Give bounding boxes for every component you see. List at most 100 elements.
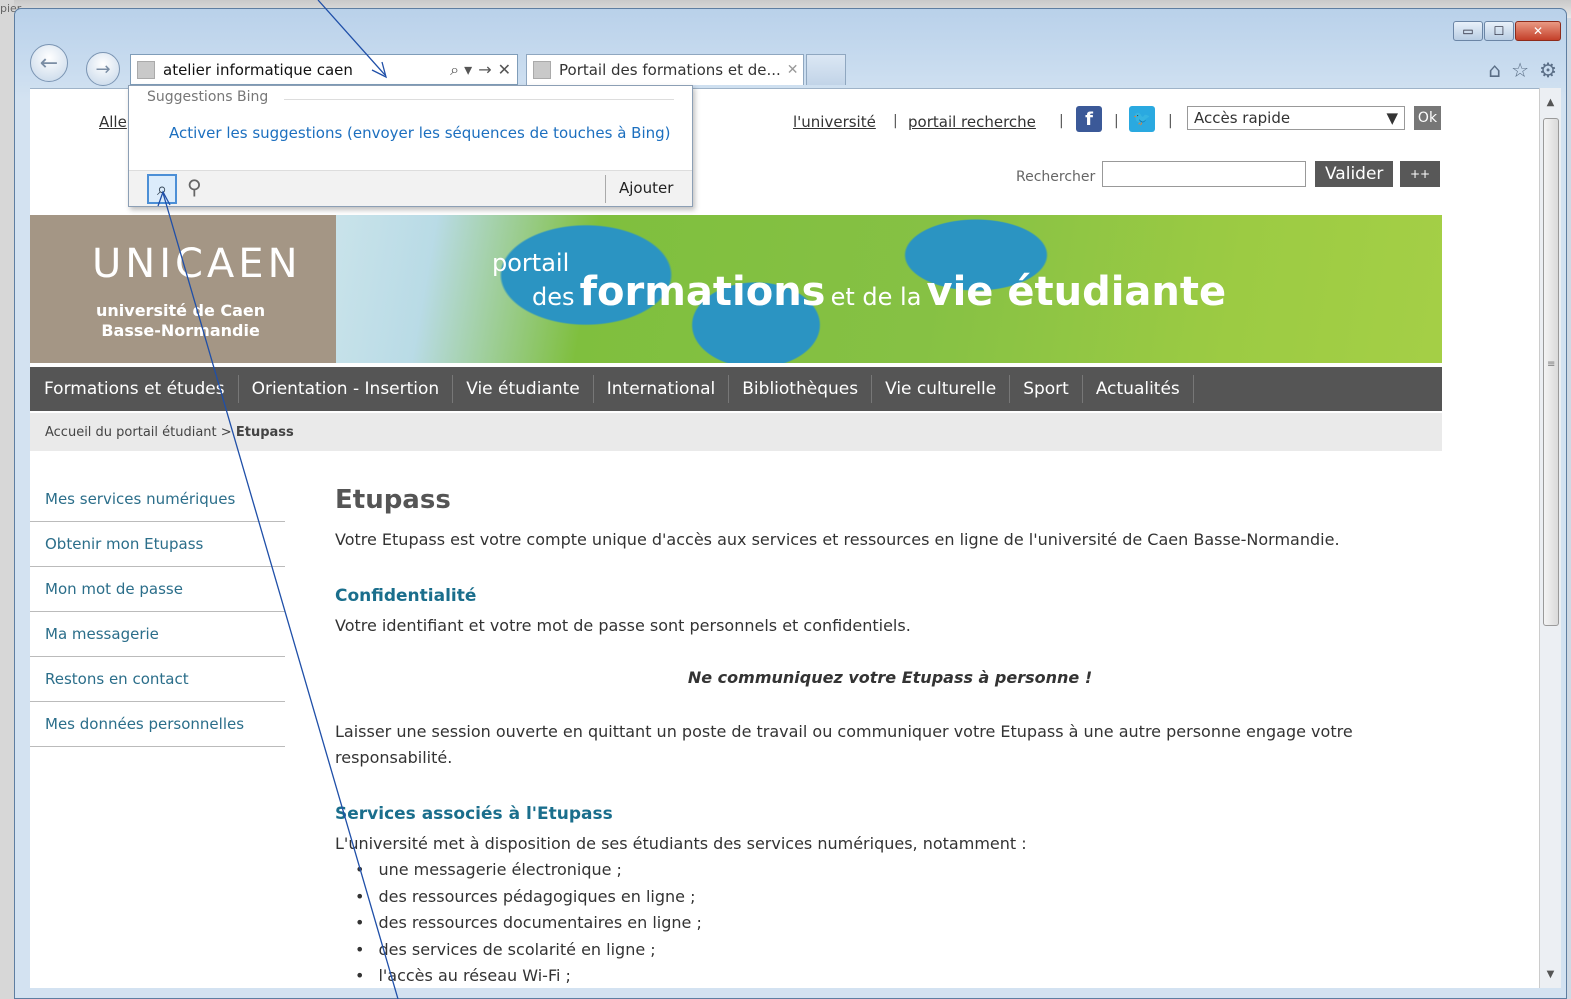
page-title: Etupass [335,485,451,515]
link-portail-recherche[interactable]: portail recherche [908,113,1036,131]
menu-bibliotheques[interactable]: Bibliothèques [729,375,873,403]
enable-suggestions-link[interactable]: Activer les suggestions (envoyer les séq… [169,124,671,142]
sidebar-item-obtenir[interactable]: Obtenir mon Etupass [30,522,285,567]
new-tab-button[interactable] [806,54,846,85]
separator: | [1168,113,1173,129]
tab-close-icon[interactable]: ✕ [787,62,799,78]
quick-access-select[interactable]: Accès rapide ▼ [1187,106,1405,130]
tools-gear-icon[interactable]: ⚙ [1539,58,1557,82]
search-providers-bar: ⌕ ⚲ Ajouter [129,170,692,206]
quick-access-ok-button[interactable]: Ok [1414,106,1441,130]
divider [284,99,674,100]
services-intro: L'université met à disposition de ses ét… [335,834,1027,853]
list-item: des ressources pédagogiques en ligne ; [355,884,1445,911]
separator: | [1114,113,1119,129]
banner-title: des formations et de la vie étudiante [532,269,1226,315]
tab-favicon-icon [533,61,551,79]
vertical-scrollbar[interactable]: ▲ ≡ ▼ [1539,88,1561,988]
site-banner: UNICAEN université de Caen Basse-Normand… [30,215,1442,363]
menu-orientation[interactable]: Orientation - Insertion [239,375,454,403]
logo-line-2: Basse-Normandie [101,321,260,340]
search-provider-icon[interactable]: ⚲ [187,175,202,199]
go-arrow-icon[interactable]: → [478,60,491,79]
bing-search-provider-icon[interactable]: ⌕ [147,174,177,204]
search-dropdown-icon[interactable]: ⌕ ▾ [450,60,472,80]
menu-vie-culturelle[interactable]: Vie culturelle [872,375,1011,403]
hidden-link[interactable]: Alle [99,113,127,131]
breadcrumb-current: Etupass [235,424,294,440]
minimize-button[interactable]: ▭ [1453,21,1483,41]
main-content: Etupass Votre Etupass est votre compte u… [335,477,1445,988]
sidebar-item-services[interactable]: Mes services numériques [30,477,285,522]
search-label: Rechercher [1016,169,1096,185]
list-item: une messagerie électronique ; [355,857,1445,884]
separator: | [1059,113,1064,129]
separator: | [893,113,898,129]
sidebar-item-mot-de-passe[interactable]: Mon mot de passe [30,567,285,612]
list-item: des ressources documentaires en ligne ; [355,910,1445,937]
logo-subtitle: université de Caen Basse-Normandie [96,301,265,341]
sidebar-item-messagerie[interactable]: Ma messagerie [30,612,285,657]
forward-arrow-icon: → [95,58,111,80]
add-provider-button[interactable]: Ajouter [619,179,673,197]
menu-actualites[interactable]: Actualités [1083,375,1194,403]
warning-text: Ne communiquez votre Etupass à personne … [687,668,1093,687]
scroll-up-arrow-icon[interactable]: ▲ [1540,92,1561,112]
address-bar[interactable]: atelier informatique caen ⌕ ▾ → ✕ [130,54,518,85]
facebook-icon[interactable]: f [1076,106,1102,132]
chevron-down-icon: ▼ [1386,109,1398,127]
link-universite[interactable]: l'université [793,113,876,131]
menu-vie-etudiante[interactable]: Vie étudiante [453,375,594,403]
services-heading: Services associés à l'Etupass [335,804,613,824]
page-viewport: Alle l'université | portail recherche | … [30,88,1539,988]
list-item: des services de scolarité en ligne ; [355,937,1445,964]
grip-icon: ≡ [1547,359,1556,370]
breadcrumb: Accueil du portail étudiant > Etupass [30,413,1442,451]
browser-toolbar-icons: ⌂ ☆ ⚙ [1488,58,1557,82]
desktop-left-edge [0,0,14,999]
suggestions-header: Suggestions Bing [147,89,269,105]
quick-access-value: Accès rapide [1194,109,1291,127]
services-list: une messagerie électronique ; des ressou… [355,857,1445,988]
back-arrow-icon: ← [39,50,59,76]
main-menu: Formations et études Orientation - Inser… [30,367,1442,411]
search-submit-button[interactable]: Valider [1315,161,1394,187]
sidebar-item-donnees[interactable]: Mes données personnelles [30,702,285,747]
sidebar-item-contact[interactable]: Restons en contact [30,657,285,702]
tab-portail[interactable]: Portail des formations et de... ✕ [526,54,804,85]
home-icon[interactable]: ⌂ [1488,58,1501,82]
maximize-button[interactable]: ☐ [1484,21,1514,41]
stop-icon[interactable]: ✕ [498,60,511,79]
divider [605,175,606,203]
back-button[interactable]: ← [30,44,68,82]
session-text: Laisser une session ouverte en quittant … [335,722,1353,767]
page-favicon-icon [137,60,155,79]
favorites-star-icon[interactable]: ☆ [1511,58,1529,82]
logo-mark: UNICAEN [92,241,302,287]
menu-international[interactable]: International [594,375,730,403]
address-input[interactable]: atelier informatique caen [163,61,450,79]
breadcrumb-home[interactable]: Accueil du portail étudiant [45,425,217,440]
menu-formations[interactable]: Formations et études [30,375,239,403]
banner-formations: formations [579,269,826,315]
breadcrumb-separator: > [220,424,232,440]
search-suggestions-popup: Suggestions Bing Activer les suggestions… [128,85,693,207]
confidentiality-text: Votre identifiant et votre mot de passe … [335,616,911,635]
confidentiality-heading: Confidentialité [335,586,477,606]
menu-sport[interactable]: Sport [1010,375,1083,403]
tab-label: Portail des formations et de... [559,61,781,79]
unicaen-logo[interactable]: UNICAEN université de Caen Basse-Normand… [30,215,336,363]
advanced-search-button[interactable]: ++ [1400,161,1441,187]
search-input[interactable] [1102,161,1306,187]
logo-line-1: université de Caen [96,301,266,320]
twitter-icon[interactable]: 🐦 [1129,106,1155,132]
scroll-thumb[interactable]: ≡ [1543,118,1559,626]
scroll-down-arrow-icon[interactable]: ▼ [1540,964,1561,984]
window-controls: ▭ ☐ ✕ [1452,21,1561,41]
intro-text: Votre Etupass est votre compte unique d'… [335,530,1340,549]
forward-button[interactable]: → [86,52,120,86]
banner-des: des [532,283,575,311]
sidebar: Mes services numériques Obtenir mon Etup… [30,477,285,747]
list-item: l'accès au réseau Wi-Fi ; [355,963,1445,988]
close-button[interactable]: ✕ [1515,21,1561,41]
